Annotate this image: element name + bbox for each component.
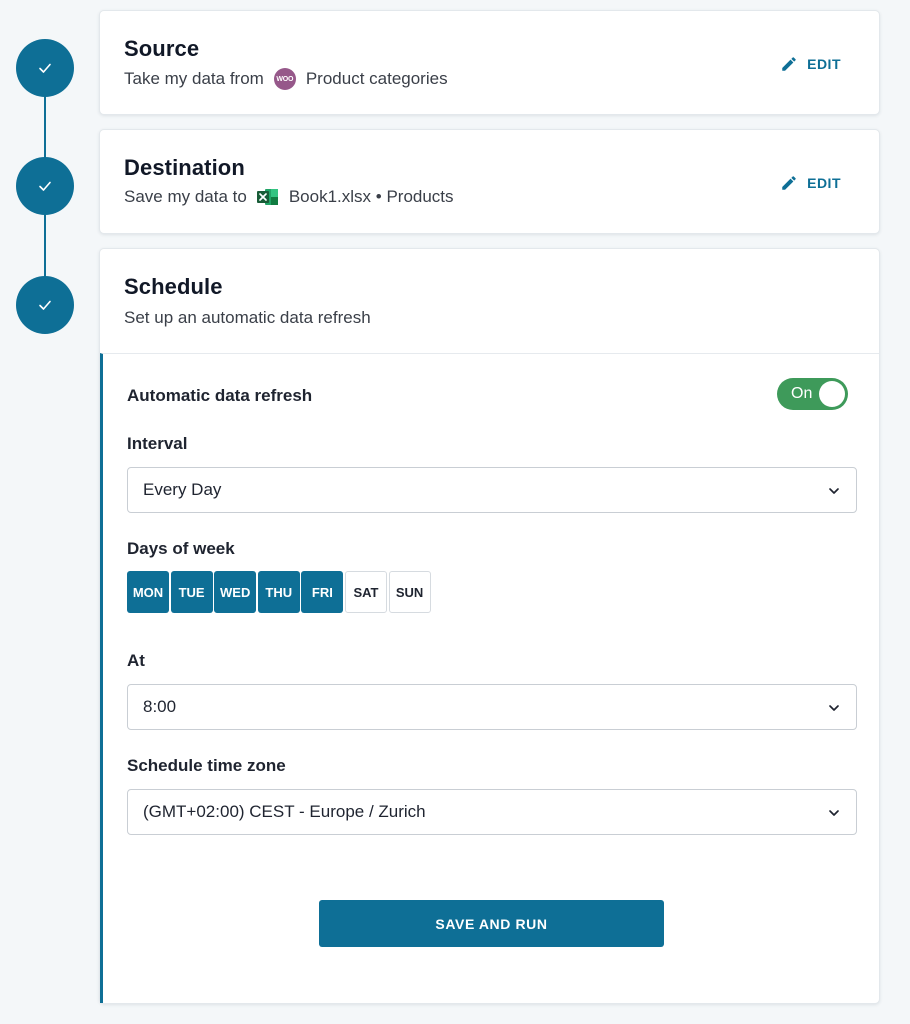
destination-card: Destination Save my data to Book1.xlsx •…	[99, 129, 880, 234]
day-mon-button[interactable]: MON	[127, 571, 169, 613]
schedule-title: Schedule	[124, 274, 223, 299]
pencil-icon	[782, 57, 796, 71]
interval-value: Every Day	[143, 480, 222, 499]
source-name: Product categories	[305, 69, 448, 88]
schedule-form: Automatic data refresh On Interval Every…	[100, 353, 879, 1003]
check-icon	[39, 181, 51, 191]
chevron-down-icon	[829, 488, 839, 494]
auto-refresh-toggle[interactable]: On	[777, 378, 848, 410]
interval-select[interactable]: Every Day	[127, 467, 857, 513]
excel-icon	[256, 189, 278, 205]
save-and-run-button[interactable]: SAVE AND RUN	[319, 900, 664, 947]
day-tue-button[interactable]: TUE	[170, 571, 213, 613]
check-icon	[39, 300, 51, 310]
time-value: 8:00	[143, 697, 177, 716]
destination-prefix: Save my data to	[124, 187, 247, 206]
day-thu-button[interactable]: THU	[257, 571, 300, 613]
time-select[interactable]: 8:00	[127, 684, 857, 730]
schedule-card: Schedule Set up an automatic data refres…	[99, 248, 880, 1004]
timezone-label: Schedule time zone	[127, 756, 286, 775]
schedule-subtitle: Set up an automatic data refresh	[124, 308, 371, 327]
chevron-down-icon	[829, 705, 839, 711]
interval-label: Interval	[127, 434, 188, 453]
source-edit-label: EDIT	[807, 56, 841, 72]
check-icon	[39, 63, 51, 73]
source-description: Take my data from WOO Product categories	[124, 68, 448, 90]
pencil-icon	[782, 176, 796, 190]
day-fri-button[interactable]: FRI	[301, 571, 344, 613]
step-2-check	[16, 157, 74, 215]
source-card: Source Take my data from WOO Product cat…	[99, 10, 880, 115]
toggle-knob	[819, 381, 845, 407]
step-3-check	[16, 276, 74, 334]
auto-refresh-label: Automatic data refresh	[127, 386, 313, 405]
destination-name: Book1.xlsx • Products	[288, 187, 454, 206]
at-label: At	[127, 651, 145, 670]
woocommerce-icon: WOO	[273, 68, 296, 90]
toggle-label: On	[791, 385, 813, 402]
timezone-value: (GMT+02:00) CEST - Europe / Zurich	[143, 802, 426, 821]
days-of-week-picker: MON TUE WED THU FRI SAT SUN	[127, 571, 432, 613]
step-1-check	[16, 39, 74, 97]
source-prefix: Take my data from	[124, 69, 264, 88]
day-sun-button[interactable]: SUN	[388, 571, 431, 613]
destination-description: Save my data to Book1.xlsx • Products	[124, 187, 454, 207]
timezone-select[interactable]: (GMT+02:00) CEST - Europe / Zurich	[127, 789, 857, 835]
day-sat-button[interactable]: SAT	[344, 571, 387, 613]
days-of-week-label: Days of week	[127, 539, 235, 558]
destination-edit-button[interactable]: EDIT	[780, 174, 841, 192]
chevron-down-icon	[829, 810, 839, 816]
destination-title: Destination	[124, 155, 245, 180]
day-wed-button[interactable]: WED	[214, 571, 257, 613]
destination-edit-label: EDIT	[807, 175, 841, 191]
source-title: Source	[124, 36, 200, 61]
source-edit-button[interactable]: EDIT	[780, 55, 841, 73]
